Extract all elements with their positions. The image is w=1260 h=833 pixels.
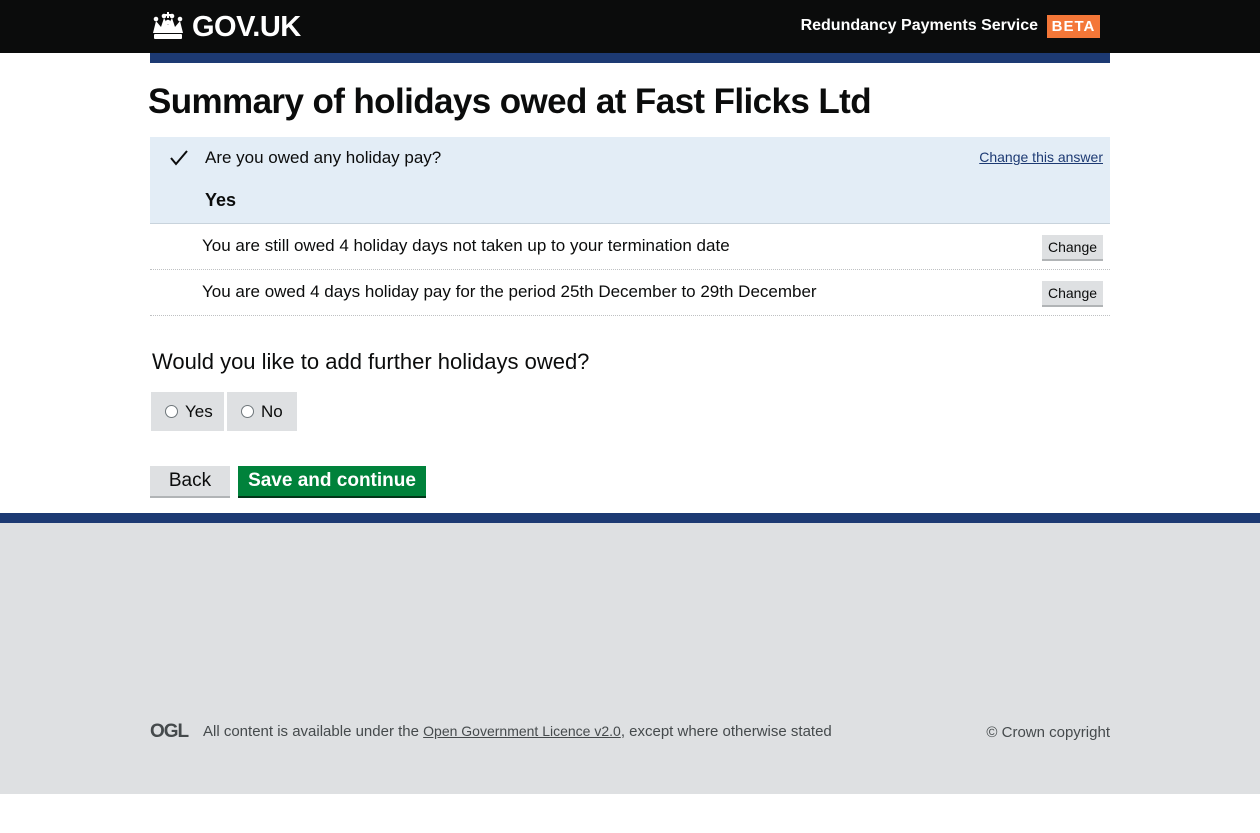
- change-button[interactable]: Change: [1042, 235, 1103, 261]
- licence-link[interactable]: Open Government Licence v2.0: [423, 723, 621, 739]
- change-answer-link[interactable]: Change this answer: [979, 149, 1103, 165]
- licence-prefix: All content is available under the: [203, 723, 424, 740]
- logo-text: GOV.UK: [192, 10, 301, 43]
- ogl-logo: OGL: [150, 721, 189, 742]
- back-button[interactable]: Back: [150, 466, 230, 498]
- save-and-continue-button[interactable]: Save and continue: [238, 466, 426, 498]
- site-header: GOV.UK Redundancy Payments Service BETA: [0, 0, 1260, 53]
- radio-yes[interactable]: [165, 405, 178, 418]
- govuk-logo-link[interactable]: GOV.UK: [150, 10, 301, 44]
- licence-suffix: , except where otherwise stated: [620, 723, 832, 740]
- beta-tag: BETA: [1047, 15, 1100, 38]
- summary-question: Are you owed any holiday pay?: [205, 148, 442, 167]
- crown-copyright-link[interactable]: © Crown copyright: [986, 724, 1110, 741]
- summary-box: Are you owed any holiday pay? Yes Change…: [150, 137, 1110, 224]
- site-footer: OGL All content is available under the O…: [0, 513, 1260, 794]
- summary-answer: Yes: [205, 190, 237, 210]
- holiday-item-row: You are owed 4 days holiday pay for the …: [150, 270, 1110, 316]
- check-icon: [170, 150, 188, 166]
- radio-yes-label: Yes: [185, 401, 213, 421]
- service-name[interactable]: Redundancy Payments Service: [801, 17, 1038, 35]
- holiday-item-text: You are owed 4 days holiday pay for the …: [202, 282, 817, 301]
- holiday-item-text: You are still owed 4 holiday days not ta…: [202, 236, 730, 255]
- radio-yes-option[interactable]: Yes: [151, 392, 224, 431]
- radio-no[interactable]: [241, 405, 254, 418]
- radio-no-option[interactable]: No: [227, 392, 297, 431]
- crown-icon: [153, 12, 183, 39]
- change-button[interactable]: Change: [1042, 281, 1103, 307]
- header-accent-bar: [150, 53, 1110, 63]
- further-holidays-question: Would you like to add further holidays o…: [152, 349, 590, 374]
- radio-no-label: No: [261, 401, 283, 421]
- licence-text: All content is available under the Open …: [203, 723, 832, 740]
- page-title: Summary of holidays owed at Fast Flicks …: [148, 82, 872, 121]
- holiday-item-row: You are still owed 4 holiday days not ta…: [150, 224, 1110, 270]
